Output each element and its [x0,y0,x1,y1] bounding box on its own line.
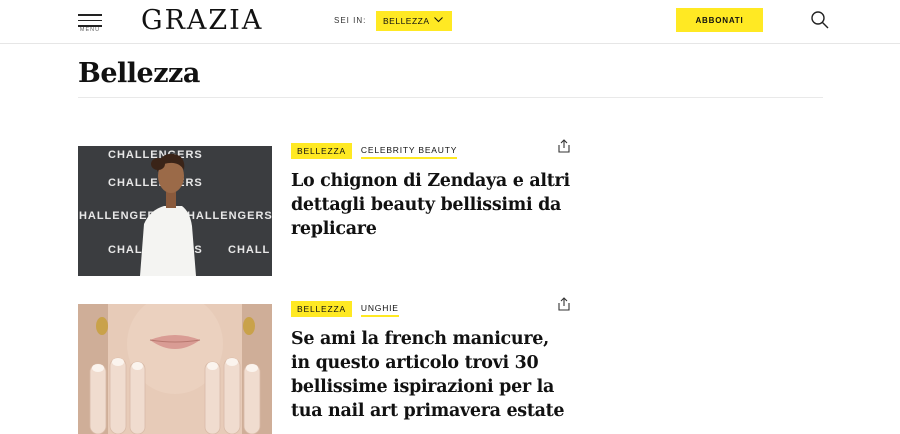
site-logo[interactable]: GRAZIA [141,5,263,36]
search-icon[interactable] [810,10,830,30]
backdrop-word: CHALL [228,244,270,256]
backdrop-word: CHALLENGERS [178,210,272,222]
share-icon[interactable] [556,296,572,312]
category-tag[interactable]: BELLEZZA [291,142,352,159]
subcategory-tag[interactable]: CELEBRITY BEAUTY [360,142,458,159]
section-dropdown-value: BELLEZZA [383,16,430,26]
breadcrumb-label: SEI IN: [334,16,367,25]
menu-label: MENU [79,27,101,33]
article-tags: BELLEZZA CELEBRITY BEAUTY [291,142,458,159]
article-headline[interactable]: Lo chignon di Zendaya e altri dettagli b… [291,169,571,241]
menu-button[interactable]: MENU [78,14,102,33]
section-dropdown[interactable]: BELLEZZA [376,11,452,31]
article-image-manicure[interactable] [78,304,272,434]
article-tags: BELLEZZA UNGHIE [291,300,399,317]
article-image-zendaya[interactable]: CHALLENGERS CHALLENGERS CHALLENGERS CHAL… [78,146,272,276]
subscribe-button[interactable]: ABBONATI [676,8,763,32]
subcategory-tag[interactable]: UNGHIE [360,300,399,317]
article-headline[interactable]: Se ami la french manicure, in questo art… [291,327,571,423]
hamburger-icon-line [78,19,102,21]
title-divider [78,97,823,98]
site-header: MENU GRAZIA SEI IN: BELLEZZA ABBONATI [0,0,900,44]
backdrop-word: CHALLENGERS [108,177,203,189]
share-icon[interactable] [556,138,572,154]
chevron-down-icon [434,17,443,23]
hamburger-icon-line [78,14,102,16]
page-title: Bellezza [78,58,200,89]
category-tag[interactable]: BELLEZZA [291,300,352,317]
